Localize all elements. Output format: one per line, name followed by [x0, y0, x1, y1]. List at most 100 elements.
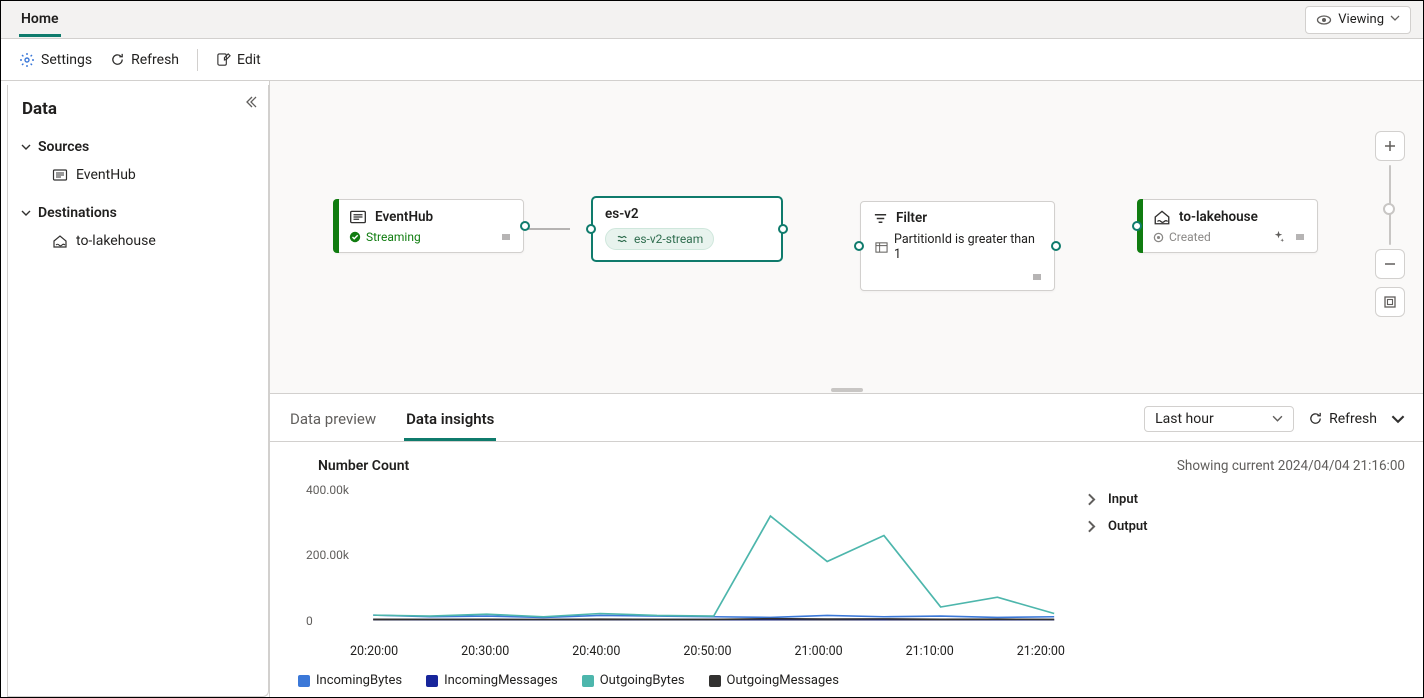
- left-panel: Data Sources EventHub Destinations: [7, 85, 269, 697]
- chevron-down-icon[interactable]: [1391, 412, 1405, 426]
- more-icon[interactable]: [499, 230, 513, 244]
- chart-title: Number Count: [318, 458, 1065, 474]
- zoom-fit-button[interactable]: [1375, 287, 1405, 317]
- accordion-output[interactable]: Output: [1085, 513, 1405, 540]
- stream-pill-label: es-v2-stream: [634, 232, 703, 246]
- tree-destinations-header[interactable]: Destinations: [18, 199, 258, 227]
- node-title: es-v2: [605, 206, 639, 222]
- x-tick: 20:50:00: [683, 644, 731, 659]
- node-title: to-lakehouse: [1179, 209, 1258, 225]
- mode-selector[interactable]: Viewing: [1305, 6, 1411, 34]
- insights-panel: Data preview Data insights Last hour: [269, 393, 1423, 697]
- legend-outgoing-messages[interactable]: OutgoingMessages: [709, 673, 839, 688]
- time-range-select[interactable]: Last hour: [1144, 406, 1294, 432]
- insights-body: Number Count 400.00k 200.00k 0 20:20:002…: [270, 442, 1423, 697]
- refresh-icon: [110, 52, 125, 67]
- node-title: Filter: [896, 210, 927, 226]
- port-in[interactable]: [854, 241, 864, 251]
- collapse-panel-icon[interactable]: [244, 95, 258, 113]
- node-filter[interactable]: Filter PartitionId is greater than 1: [860, 201, 1055, 291]
- zoom-controls: [1375, 131, 1405, 317]
- tab-data-insights[interactable]: Data insights: [404, 402, 496, 441]
- chevron-down-icon: [1390, 12, 1400, 27]
- stream-pill[interactable]: es-v2-stream: [605, 228, 714, 250]
- accordion-label: Output: [1108, 519, 1148, 534]
- x-tick: 20:40:00: [572, 644, 620, 659]
- eventhub-icon: [52, 167, 68, 183]
- port-in[interactable]: [586, 224, 596, 234]
- filter-icon: [873, 211, 888, 226]
- filter-detail-text: PartitionId is greater than 1: [894, 232, 1044, 262]
- port-out[interactable]: [520, 221, 530, 231]
- zoom-slider-knob[interactable]: [1383, 203, 1395, 215]
- mode-label: Viewing: [1338, 12, 1384, 27]
- tree-item-eventhub[interactable]: EventHub: [18, 161, 258, 189]
- tree-sources-header[interactable]: Sources: [18, 133, 258, 161]
- tree-item-label: to-lakehouse: [76, 233, 156, 249]
- body: Data Sources EventHub Destinations: [1, 81, 1423, 697]
- zoom-slider[interactable]: [1389, 165, 1391, 245]
- port-out[interactable]: [778, 224, 788, 234]
- zoom-in-button[interactable]: [1375, 131, 1405, 161]
- tree-item-to-lakehouse[interactable]: to-lakehouse: [18, 227, 258, 255]
- node-stream[interactable]: es-v2 es-v2-stream: [592, 197, 782, 261]
- refresh-icon: [1308, 411, 1323, 426]
- edit-label: Edit: [237, 52, 261, 68]
- node-destination[interactable]: to-lakehouse Created: [1138, 199, 1318, 253]
- chevron-right-icon: [1085, 520, 1098, 533]
- node-eventhub[interactable]: EventHub Streaming: [334, 199, 524, 253]
- tree-item-label: EventHub: [76, 167, 136, 183]
- insights-refresh-label: Refresh: [1329, 411, 1377, 427]
- eye-icon: [1316, 12, 1332, 28]
- insights-side: Showing current 2024/04/04 21:16:00 Inpu…: [1085, 458, 1405, 689]
- y-tick: 0: [306, 614, 313, 628]
- status-ok-icon: [349, 231, 361, 243]
- insights-tabs: Data preview Data insights: [288, 402, 496, 441]
- edit-icon: [216, 52, 231, 67]
- time-range-label: Last hour: [1155, 411, 1214, 427]
- y-tick: 200.00k: [306, 548, 349, 562]
- tab-data-preview[interactable]: Data preview: [288, 402, 378, 441]
- node-status: Streaming: [366, 230, 421, 244]
- accordion-input[interactable]: Input: [1085, 486, 1405, 513]
- right-area: EventHub Streaming: [269, 81, 1423, 697]
- y-tick: 400.00k: [306, 483, 349, 497]
- chevron-down-icon: [20, 207, 32, 219]
- refresh-button[interactable]: Refresh: [110, 52, 179, 68]
- accordion-label: Input: [1108, 492, 1138, 507]
- lakehouse-icon: [52, 233, 68, 249]
- node-title: EventHub: [375, 209, 433, 225]
- more-icon[interactable]: [1030, 270, 1044, 284]
- x-tick: 21:20:00: [1017, 644, 1065, 659]
- tree-destinations-label: Destinations: [38, 205, 117, 221]
- gear-icon: [19, 52, 35, 68]
- toolbar-separator: [197, 49, 198, 71]
- tree-sources-label: Sources: [38, 139, 89, 155]
- chart-svg: [306, 480, 1065, 640]
- stream-icon: [616, 233, 628, 245]
- status-dot-icon: [1153, 232, 1164, 243]
- more-icon[interactable]: [1293, 230, 1307, 244]
- edit-button[interactable]: Edit: [216, 52, 261, 68]
- settings-label: Settings: [41, 52, 92, 68]
- legend-outgoing-bytes[interactable]: OutgoingBytes: [582, 673, 685, 688]
- settings-button[interactable]: Settings: [19, 52, 92, 68]
- sparkle-icon[interactable]: [1272, 230, 1285, 244]
- flow-canvas[interactable]: EventHub Streaming: [269, 81, 1423, 387]
- tab-home[interactable]: Home: [19, 3, 61, 37]
- port-out[interactable]: [1051, 241, 1061, 251]
- insights-refresh-button[interactable]: Refresh: [1308, 411, 1377, 427]
- zoom-out-button[interactable]: [1375, 249, 1405, 279]
- x-tick: 21:10:00: [906, 644, 954, 659]
- refresh-label: Refresh: [131, 52, 179, 68]
- port-in[interactable]: [1132, 221, 1142, 231]
- panel-title: Data: [22, 99, 258, 119]
- node-status: Created: [1169, 230, 1211, 244]
- lakehouse-icon: [1153, 208, 1171, 226]
- legend-incoming-messages[interactable]: IncomingMessages: [426, 673, 558, 688]
- eventhub-icon: [349, 208, 367, 226]
- title-bar: Home Viewing: [1, 1, 1423, 39]
- toolbar: Settings Refresh Edit: [1, 39, 1423, 81]
- chevron-down-icon: [20, 141, 32, 153]
- legend-incoming-bytes[interactable]: IncomingBytes: [298, 673, 402, 688]
